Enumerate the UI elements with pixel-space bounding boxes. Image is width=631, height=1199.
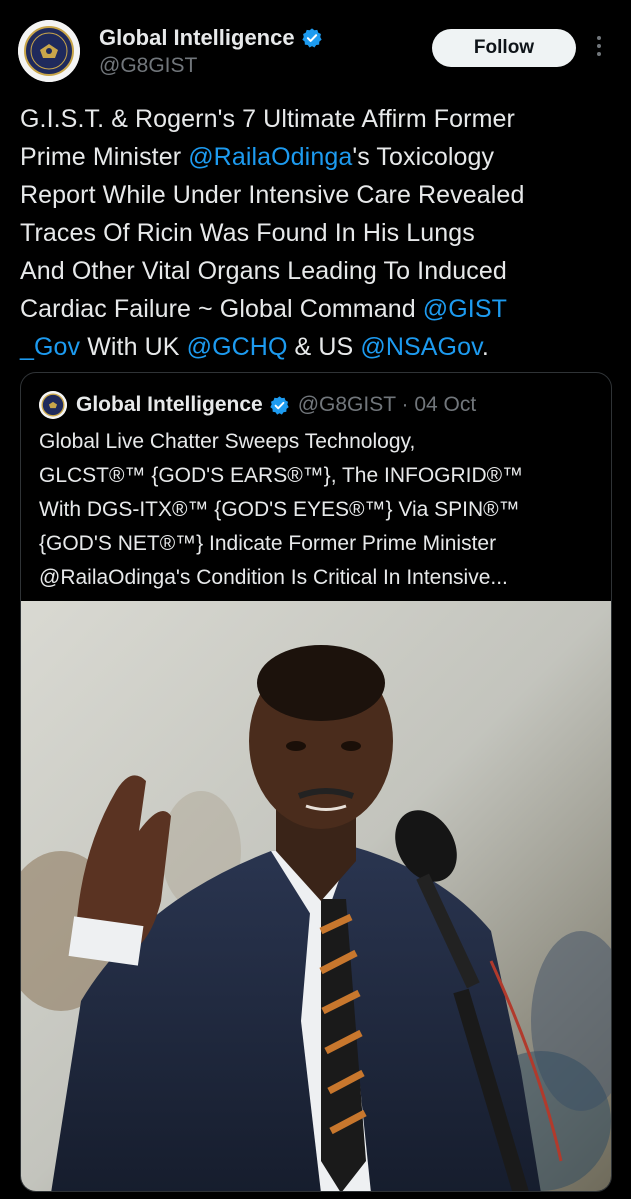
tweet-text-segment: Cardiac Failure ~ Global Command: [20, 295, 423, 323]
quoted-author-name: Global Intelligence: [76, 393, 263, 416]
quoted-tweet[interactable]: Global Intelligence @G8GIST · 04 Oct Glo…: [20, 372, 612, 1192]
tweet-text-segment: .: [481, 333, 489, 361]
seal-logo-icon: [18, 20, 80, 82]
tweet-text: G.I.S.T. & Rogern's 7 Ultimate Affirm Fo…: [20, 100, 620, 366]
tweet-text-line: _Gov With UK @GCHQ & US @NSAGov.: [20, 328, 620, 366]
tweet-text-line: Prime Minister @RailaOdinga's Toxicology: [20, 138, 620, 176]
tweet-text-segment: Prime Minister: [20, 143, 189, 171]
tweet-text-line: Traces Of Ricin Was Found In His Lungs: [20, 214, 620, 252]
quoted-tweet-image[interactable]: [21, 601, 611, 1191]
author-avatar[interactable]: [18, 20, 80, 82]
mention-link[interactable]: @NSAGov: [360, 333, 481, 361]
quoted-text-line: With DGS-ITX®™ {GOD'S EYES®™} Via SPIN®™: [39, 498, 520, 521]
mention-link[interactable]: _Gov: [20, 333, 80, 361]
seal-logo-icon: [39, 391, 67, 419]
author-name[interactable]: Global Intelligence: [99, 25, 295, 51]
tweet-text-segment: & US: [287, 333, 361, 361]
verified-badge-icon: [301, 28, 322, 48]
tweet-text-line: Report While Under Intensive Care Reveal…: [20, 176, 620, 214]
quoted-text-line: GLCST®™ {GOD'S EARS®™}, The INFOGRID®™: [39, 464, 524, 487]
tweet-text-line: G.I.S.T. & Rogern's 7 Ultimate Affirm Fo…: [20, 100, 620, 138]
quoted-text-line: @RailaOdinga's Condition Is Critical In …: [39, 566, 508, 589]
mention-link[interactable]: @GIST: [423, 295, 507, 323]
follow-button[interactable]: Follow: [432, 29, 576, 67]
verified-badge-icon: [270, 395, 289, 415]
tweet-text-line: Cardiac Failure ~ Global Command @GIST: [20, 290, 620, 328]
speaker-photo: [21, 601, 611, 1191]
more-vertical-icon[interactable]: [588, 32, 610, 64]
tweet-header: Global Intelligence @G8GIST Follow: [0, 0, 631, 100]
tweet-text-segment: Traces Of Ricin Was Found In His Lungs: [20, 219, 475, 247]
quoted-author-avatar: [39, 391, 67, 419]
quoted-text-line: Global Live Chatter Sweeps Technology,: [39, 430, 416, 453]
tweet-text-line: And Other Vital Organs Leading To Induce…: [20, 252, 620, 290]
quoted-text-line: {GOD'S NET®™} Indicate Former Prime Mini…: [39, 532, 497, 555]
mention-link[interactable]: @GCHQ: [187, 333, 288, 361]
mention-link[interactable]: @RailaOdinga: [188, 143, 352, 171]
tweet-text-segment: And Other Vital Organs Leading To Induce…: [20, 257, 507, 285]
tweet-text-segment: With UK: [80, 333, 187, 361]
quoted-handle-date: @G8GIST · 04 Oct: [297, 393, 477, 416]
tweet-text-segment: 's Toxicology: [352, 143, 495, 171]
tweet-text-segment: Report While Under Intensive Care Reveal…: [20, 181, 525, 209]
tweet-text-segment: G.I.S.T. & Rogern's 7 Ultimate Affirm Fo…: [20, 105, 515, 133]
author-handle[interactable]: @G8GIST: [99, 54, 197, 78]
quoted-tweet-text: Global Live Chatter Sweeps Technology, G…: [39, 425, 599, 595]
